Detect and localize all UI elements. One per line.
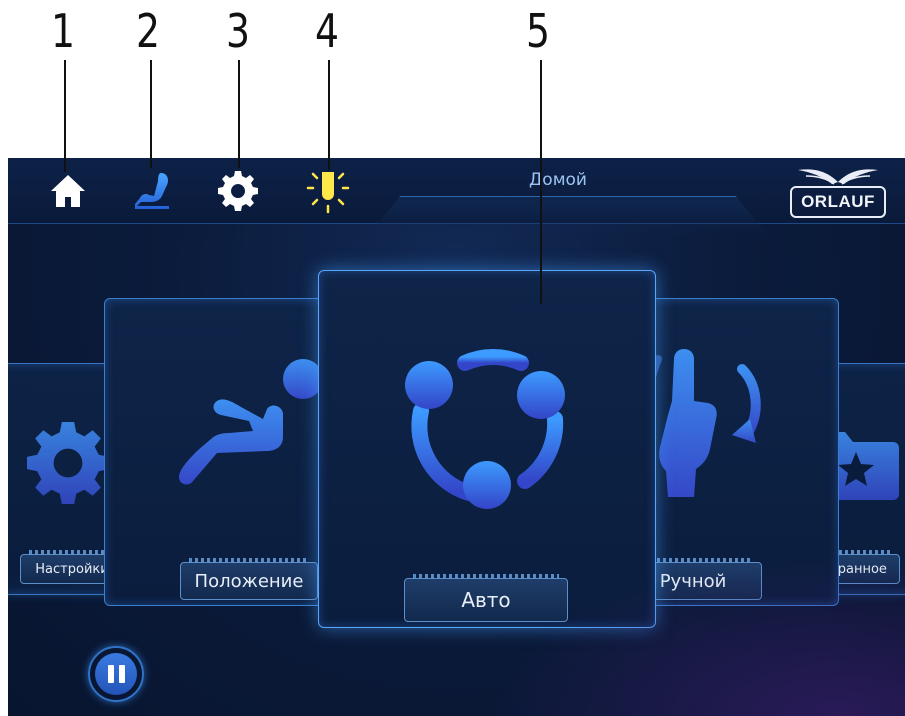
light-bulb-icon <box>306 172 350 214</box>
pause-icon <box>95 653 137 695</box>
top-bar-notch <box>368 196 768 236</box>
massage-chair-icon <box>135 173 169 209</box>
callout-leader-1 <box>64 60 66 172</box>
auto-label-plate[interactable]: Авто <box>404 574 568 622</box>
control-panel-screen: Домой ORLAUF Настройки Избранное Положен… <box>8 158 905 716</box>
pause-bar <box>118 665 125 683</box>
position-label: Положение <box>194 570 304 592</box>
callout-number-2: 2 <box>135 4 161 58</box>
light-button[interactable] <box>303 166 353 216</box>
top-bar: Домой ORLAUF <box>8 158 905 236</box>
auto-label: Авто <box>461 588 511 612</box>
callout-leader-2 <box>150 60 152 168</box>
auto-cycle-icon <box>405 349 565 509</box>
callout-number-1: 1 <box>50 4 76 58</box>
callout-leader-3 <box>238 60 240 168</box>
callout-leader-4 <box>328 60 330 170</box>
screen-title: Домой <box>529 170 587 190</box>
wings-emblem-icon <box>798 169 878 185</box>
settings-label: Настройки <box>35 561 109 577</box>
callout-number-4: 4 <box>314 4 340 58</box>
gear-icon <box>218 171 258 211</box>
callout-number-3: 3 <box>225 4 251 58</box>
logo-text: ORLAUF <box>790 186 886 218</box>
orlauf-logo: ORLAUF <box>786 164 890 220</box>
pause-bar <box>107 665 114 683</box>
pause-button[interactable] <box>88 646 144 702</box>
position-label-plate[interactable]: Положение <box>180 558 318 600</box>
settings-button[interactable] <box>213 166 263 216</box>
massage-chair-button[interactable] <box>128 166 178 216</box>
manual-label: Ручной <box>659 570 727 592</box>
callout-leader-5 <box>540 60 542 304</box>
gear-icon <box>27 422 109 504</box>
home-button[interactable] <box>43 166 93 216</box>
reclining-person-icon <box>179 359 321 485</box>
home-icon <box>51 175 85 207</box>
callout-number-5: 5 <box>525 4 551 58</box>
